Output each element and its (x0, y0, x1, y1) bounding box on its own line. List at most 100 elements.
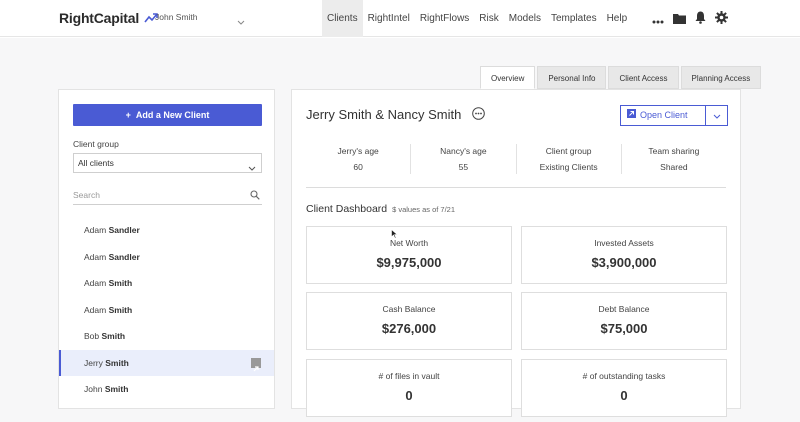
card-value: $3,900,000 (591, 255, 657, 270)
client-last-name: Smith (104, 384, 129, 394)
client-group-label: Client group (73, 139, 119, 149)
card-value: $276,000 (381, 321, 437, 336)
chevron-down-icon (713, 107, 721, 125)
rightcapital-logo[interactable]: RightCapital (59, 10, 158, 27)
client-group-value: All clients (78, 158, 114, 168)
card-value: 0 (620, 388, 628, 403)
client-group-select[interactable]: All clients (73, 153, 262, 173)
search-icon[interactable] (250, 189, 260, 205)
tab-personal-info[interactable]: Personal Info (537, 66, 607, 89)
fact-value: Shared (660, 162, 688, 172)
tab-overview[interactable]: Overview (480, 66, 536, 89)
open-client-button[interactable]: Open Client (621, 106, 705, 125)
open-client-icon[interactable] (251, 357, 261, 371)
fact-nancy-age: Nancy's age 55 (411, 144, 517, 174)
card-files-in-vault[interactable]: # of files in vault 0 (306, 359, 512, 417)
client-first-name: John (84, 384, 103, 394)
fact-label: Client group (545, 146, 592, 156)
nav-templates[interactable]: Templates (546, 0, 602, 37)
fact-value: 55 (458, 162, 469, 172)
tab-client-access[interactable]: Client Access (608, 66, 679, 89)
client-overview-panel: Jerry Smith & Nancy Smith Open Client Je… (291, 89, 741, 417)
logo-text: RightCapital (59, 10, 140, 26)
card-cash-balance[interactable]: Cash Balance $276,000 (306, 292, 512, 350)
fact-jerry-age: Jerry's age 60 (306, 144, 412, 174)
card-net-worth[interactable]: Net Worth $9,975,000 (306, 226, 512, 284)
chevron-down-icon[interactable] (237, 13, 245, 31)
nav-risk[interactable]: Risk (474, 0, 503, 37)
client-first-name: Adam (84, 278, 107, 288)
fact-value: Existing Clients (539, 162, 598, 172)
card-invested-assets[interactable]: Invested Assets $3,900,000 (521, 226, 727, 284)
client-list-item[interactable]: Adam Smith (59, 297, 274, 324)
card-debt-balance[interactable]: Debt Balance $75,000 (521, 292, 727, 350)
open-external-icon (627, 106, 636, 125)
card-value: $9,975,000 (376, 255, 442, 270)
gear-icon[interactable] (715, 11, 728, 29)
fact-label: Nancy's age (440, 146, 487, 156)
client-first-name: Adam (84, 304, 107, 315)
client-last-name: Sandler (108, 225, 140, 235)
card-outstanding-tasks[interactable]: # of outstanding tasks 0 (521, 359, 727, 417)
dashboard-subtitle: $ values as of 7/21 (392, 205, 456, 214)
client-first-name: Adam (84, 225, 107, 235)
mouse-cursor-icon (391, 226, 399, 244)
client-facts: Jerry's age 60 Nancy's age 55 Client gro… (306, 144, 726, 188)
fact-team-sharing: Team sharing Shared (622, 144, 726, 174)
nav-rightintel[interactable]: RightIntel (363, 0, 415, 37)
fact-client-group: Client group Existing Clients (517, 144, 622, 174)
search-placeholder: Search (73, 190, 100, 200)
bell-icon[interactable] (695, 11, 706, 29)
client-list-item[interactable]: Adam Smith (59, 270, 274, 297)
client-list-item-selected[interactable]: Jerry Smith (59, 349, 274, 376)
client-first-name: Adam (84, 251, 107, 262)
nav-help[interactable]: Help (602, 0, 633, 37)
dashboard-title-text: Client Dashboard (306, 203, 388, 215)
client-list-item[interactable]: Adam Sandler (59, 217, 274, 244)
nav-models[interactable]: Models (504, 0, 546, 37)
fact-value: 60 (353, 162, 363, 172)
open-client-dropdown[interactable] (705, 106, 727, 125)
client-list-item[interactable]: Bob Smith (59, 323, 274, 350)
add-new-client-button[interactable]: + Add a New Client (73, 104, 262, 126)
tab-planning-access[interactable]: Planning Access (680, 66, 762, 89)
main-nav: Clients RightIntel RightFlows Risk Model… (322, 0, 632, 37)
client-last-name: Sandler (108, 251, 140, 262)
fact-label: Jerry's age (337, 146, 379, 156)
chevron-down-icon (248, 160, 256, 178)
client-list-item[interactable]: Adam Sandler (59, 244, 274, 271)
client-last-name: Smith (101, 331, 126, 341)
nav-icon-group (652, 11, 728, 29)
plus-icon: + (125, 110, 131, 120)
client-dashboard-title: Client Dashboard $ values as of 7/21 (306, 203, 455, 215)
more-icon[interactable] (652, 11, 664, 29)
advisor-selector[interactable]: John Smith (155, 12, 198, 22)
folder-icon[interactable] (673, 11, 686, 29)
client-list: Adam Sandler Adam Sandler Adam Smith Ada… (59, 217, 274, 403)
client-list-item[interactable]: John Smith (59, 376, 274, 403)
client-list-panel: + Add a New Client Client group All clie… (58, 89, 275, 409)
top-navigation-bar: RightCapital John Smith Clients RightInt… (0, 0, 800, 37)
client-first-name: Bob (84, 331, 100, 341)
card-label: # of outstanding tasks (582, 371, 666, 381)
client-tabs: Overview Personal Info Client Access Pla… (480, 66, 763, 89)
card-value: 0 (405, 388, 413, 403)
card-label: Invested Assets (594, 238, 654, 248)
card-label: Cash Balance (382, 304, 436, 314)
open-client-label: Open Client (640, 110, 688, 120)
client-search-input[interactable]: Search (73, 187, 262, 205)
client-name-heading: Jerry Smith & Nancy Smith (306, 107, 462, 122)
more-options-icon[interactable] (472, 107, 485, 125)
card-label: Net Worth (389, 238, 429, 248)
open-client-button-group: Open Client (620, 105, 728, 126)
nav-clients[interactable]: Clients (322, 0, 363, 37)
client-first-name: Jerry (84, 357, 103, 368)
client-last-name: Smith (105, 357, 129, 368)
client-last-name: Smith (108, 278, 133, 288)
nav-rightflows[interactable]: RightFlows (415, 0, 474, 37)
card-label: Debt Balance (598, 304, 650, 314)
card-value: $75,000 (600, 321, 648, 336)
add-client-label: Add a New Client (135, 110, 210, 120)
card-label: # of files in vault (378, 371, 440, 381)
client-last-name: Smith (108, 304, 133, 315)
